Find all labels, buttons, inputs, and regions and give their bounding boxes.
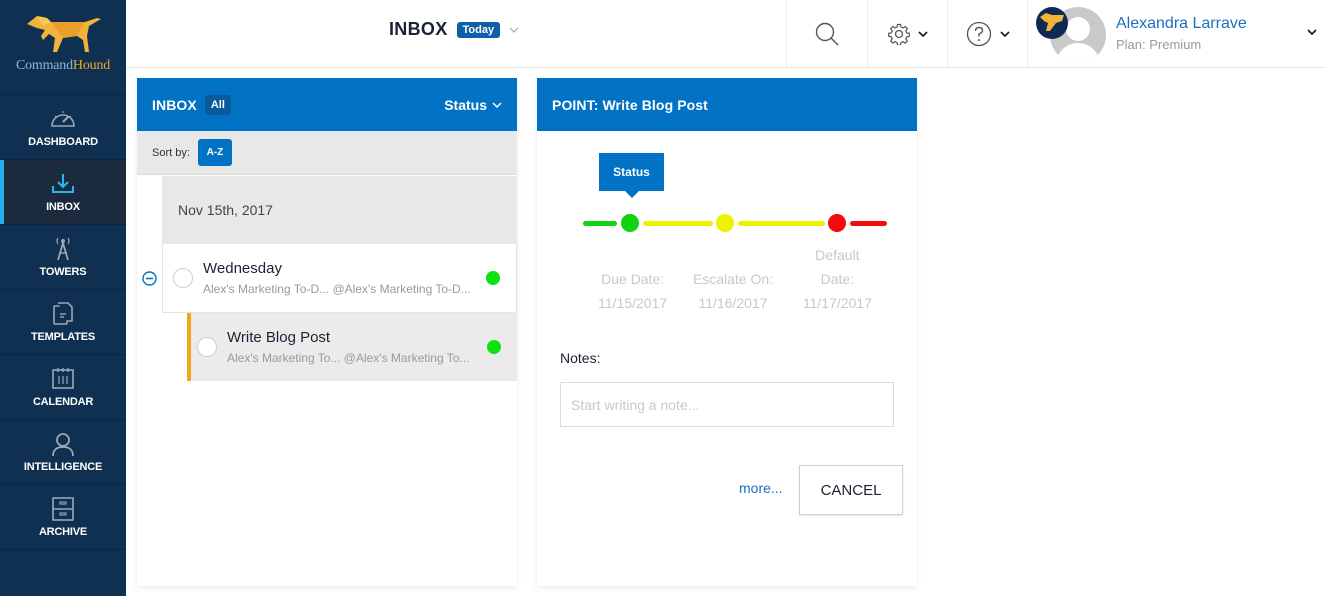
sidebar-item-dashboard[interactable]: DASHBOARD <box>0 95 126 160</box>
default-date-label-2: Date: <box>820 271 855 287</box>
calendar-icon <box>49 366 77 392</box>
complete-checkbox[interactable] <box>197 337 217 357</box>
sidebar-item-towers[interactable]: TOWERS <box>0 225 126 290</box>
user-name: Alexandra Larrave <box>1116 15 1247 32</box>
sidebar-item-templates[interactable]: TEMPLATES <box>0 290 126 355</box>
hound-logo-icon <box>27 16 101 52</box>
archive-cabinet-icon <box>49 496 77 522</box>
chevron-down-icon <box>492 101 502 108</box>
commandhound-logo[interactable]: CommandHound <box>0 0 126 95</box>
sidebar-item-intelligence[interactable]: INTELLIGENCE <box>0 420 126 485</box>
list-item-selected[interactable]: Write Blog Post Alex's Marketing To... @… <box>187 313 517 381</box>
sidebar-item-inbox[interactable]: INBOX <box>0 160 126 225</box>
default-date-label-1: Default <box>815 247 860 263</box>
app-name-part1: Command <box>15 58 73 73</box>
default-date: Default Date: 11/17/2017 <box>778 243 897 315</box>
status-timeline[interactable] <box>583 213 889 233</box>
cancel-button[interactable]: CANCEL <box>799 465 903 515</box>
notes-label: Notes: <box>560 350 601 366</box>
sidebar-item-label: TOWERS <box>39 266 87 278</box>
point-panel-header: POINT: Write Blog Post <box>537 78 917 131</box>
sort-az-button[interactable]: A-Z <box>197 139 232 166</box>
settings-menu-button[interactable] <box>867 0 947 67</box>
help-question-icon <box>966 21 991 46</box>
user-menu[interactable]: Alexandra Larrave Plan: Premium <box>1027 0 1325 67</box>
item-title: Write Blog Post <box>227 329 331 346</box>
point-panel-title: POINT: Write Blog Post <box>552 96 708 113</box>
timeline-segment-green <box>583 221 617 226</box>
gauge-icon <box>49 106 77 132</box>
timeline-dot-default[interactable] <box>828 214 846 232</box>
inbox-panel-title: INBOX <box>152 96 197 113</box>
chevron-down-icon <box>999 30 1010 37</box>
avatar <box>1036 4 1108 64</box>
sidebar-item-label: DASHBOARD <box>28 136 98 148</box>
sort-label: Sort by: <box>152 146 190 159</box>
timeline-segment-red <box>850 221 887 226</box>
status-tooltip: Status <box>599 153 664 198</box>
status-dot-indicator <box>487 340 501 354</box>
escalate-date-value: 11/16/2017 <box>698 295 768 311</box>
app-name: CommandHound <box>16 58 110 74</box>
page-title: INBOX <box>389 19 448 39</box>
inbox-panel: INBOX All Status Sort by: A-Z Nov 15th, … <box>137 78 517 586</box>
help-menu-button[interactable] <box>947 0 1027 67</box>
timeline-segment-yellow-2 <box>738 221 825 226</box>
item-subtitle: Alex's Marketing To... @Alex's Marketing… <box>227 351 470 365</box>
item-title: Wednesday <box>203 260 282 277</box>
list-item[interactable]: Wednesday Alex's Marketing To-D... @Alex… <box>162 244 517 313</box>
user-plan: Plan: Premium <box>1116 37 1202 52</box>
escalate-date-label: Escalate On: <box>692 271 774 287</box>
due-date-label: Due Date: <box>601 271 665 287</box>
chevron-down-icon[interactable] <box>509 25 519 35</box>
sidebar-item-calendar[interactable]: CALENDAR <box>0 355 126 420</box>
chevron-down-icon[interactable] <box>1307 28 1317 36</box>
timeline-dot-escalate[interactable] <box>716 214 734 232</box>
gear-icon <box>887 23 910 45</box>
status-dropdown[interactable]: Status <box>444 97 502 113</box>
timeline-dot-due[interactable] <box>621 214 639 232</box>
escalate-date: Escalate On: 11/16/2017 <box>688 243 777 315</box>
sidebar-item-label: INTELLIGENCE <box>23 461 103 473</box>
sidebar: CommandHound DASHBOARD INBOX TOWERS TEMP… <box>0 0 126 596</box>
complete-checkbox[interactable] <box>173 268 193 288</box>
item-subtitle: Alex's Marketing To-D... @Alex's Marketi… <box>203 282 471 296</box>
default-date-value: 11/17/2017 <box>802 295 872 311</box>
page-title-group[interactable]: INBOX Today <box>389 19 519 40</box>
sidebar-item-label: INBOX <box>46 201 80 213</box>
company-logo-avatar <box>1036 6 1068 39</box>
sidebar-item-label: CALENDAR <box>32 396 94 408</box>
timeline-dates: Due Date: 11/15/2017 Escalate On: 11/16/… <box>577 243 897 315</box>
due-date: Due Date: 11/15/2017 <box>577 243 688 315</box>
notes-input[interactable] <box>560 382 894 427</box>
date-group-header: Nov 15th, 2017 <box>162 176 517 244</box>
chevron-down-icon <box>917 30 928 37</box>
inbox-download-icon <box>49 171 77 197</box>
timeline-segment-yellow-1 <box>643 221 713 226</box>
inbox-panel-header: INBOX All Status <box>137 78 517 131</box>
search-button[interactable] <box>786 0 867 67</box>
app-name-part2: Hound <box>72 58 111 73</box>
all-filter-badge[interactable]: All <box>204 94 231 115</box>
person-icon <box>49 431 77 457</box>
collapse-minus-icon[interactable] <box>142 271 157 286</box>
point-detail-panel: POINT: Write Blog Post Status Due Date: … <box>537 78 917 586</box>
sidebar-item-label: TEMPLATES <box>31 331 95 343</box>
sort-bar: Sort by: A-Z <box>137 131 517 175</box>
search-icon <box>815 22 839 46</box>
due-date-value: 11/15/2017 <box>598 295 668 311</box>
user-info: Alexandra Larrave Plan: Premium <box>1116 15 1247 52</box>
sidebar-item-label: ARCHIVE <box>38 526 88 538</box>
tower-icon <box>49 236 77 262</box>
more-link[interactable]: more... <box>739 480 783 496</box>
templates-icon <box>49 301 77 327</box>
sidebar-item-archive[interactable]: ARCHIVE <box>0 485 126 550</box>
status-dot-indicator <box>486 271 500 285</box>
today-filter-badge[interactable]: Today <box>456 21 501 38</box>
status-dropdown-label: Status <box>444 96 487 113</box>
top-header: INBOX Today Alexandra Larrave Plan: Prem… <box>126 0 1325 68</box>
